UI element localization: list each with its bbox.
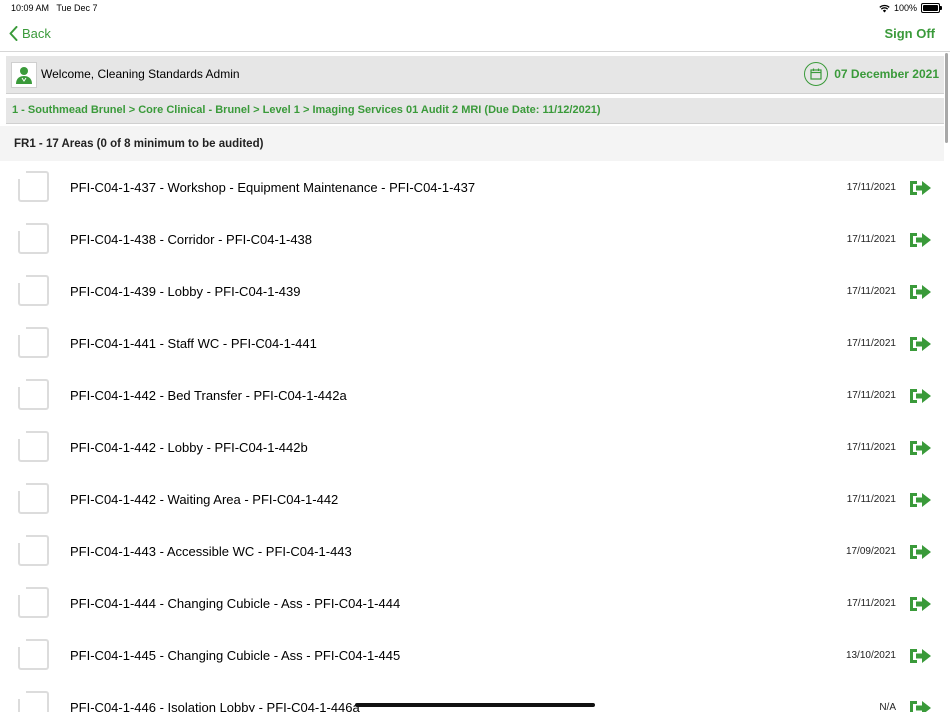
checkbox-icon[interactable] [16, 533, 49, 566]
area-title: PFI-C04-1-441 - Staff WC - PFI-C04-1-441 [70, 336, 317, 351]
area-list: PFI-C04-1-437 - Workshop - Equipment Mai… [0, 162, 944, 712]
section-title: FR1 - 17 Areas (0 of 8 minimum to be aud… [14, 138, 264, 150]
checkbox-icon[interactable] [16, 221, 49, 254]
area-title: PFI-C04-1-442 - Bed Transfer - PFI-C04-1… [70, 388, 347, 403]
area-title: PFI-C04-1-442 - Waiting Area - PFI-C04-1… [70, 492, 339, 507]
list-item[interactable]: PFI-C04-1-442 - Waiting Area - PFI-C04-1… [0, 474, 944, 526]
checkbox-icon[interactable] [16, 481, 49, 514]
list-item[interactable]: PFI-C04-1-439 - Lobby - PFI-C04-1-439 17… [0, 266, 944, 318]
area-title: PFI-C04-1-444 - Changing Cubicle - Ass -… [70, 596, 401, 611]
status-time: 10:09 AM Tue Dec 7 [11, 3, 98, 13]
checkbox-icon[interactable] [16, 689, 49, 712]
date-picker[interactable]: 07 December 2021 [804, 62, 939, 86]
area-date: 17/11/2021 [846, 442, 896, 453]
area-date: N/A [879, 702, 896, 712]
list-item[interactable]: PFI-C04-1-446 - Isolation Lobby - PFI-C0… [0, 682, 944, 712]
checkbox-icon[interactable] [16, 429, 49, 462]
welcome-text: Welcome, Cleaning Standards Admin [41, 67, 240, 81]
sign-out-arrow-icon[interactable] [908, 334, 932, 354]
home-indicator[interactable] [355, 703, 595, 707]
sign-out-arrow-icon[interactable] [908, 646, 932, 666]
checkbox-icon[interactable] [16, 325, 49, 358]
area-title: PFI-C04-1-438 - Corridor - PFI-C04-1-438 [70, 232, 313, 247]
list-item[interactable]: PFI-C04-1-437 - Workshop - Equipment Mai… [0, 162, 944, 214]
battery-percent: 100% [893, 3, 917, 13]
area-date: 17/11/2021 [846, 286, 896, 297]
area-title: PFI-C04-1-442 - Lobby - PFI-C04-1-442b [70, 440, 308, 455]
welcome-bar: Welcome, Cleaning Standards Admin 07 Dec… [6, 56, 944, 94]
list-item[interactable]: PFI-C04-1-442 - Lobby - PFI-C04-1-442b 1… [0, 422, 944, 474]
checkbox-icon[interactable] [16, 273, 49, 306]
sign-out-arrow-icon[interactable] [908, 282, 932, 302]
battery-icon [921, 3, 942, 13]
area-title: PFI-C04-1-439 - Lobby - PFI-C04-1-439 [70, 284, 301, 299]
sign-out-arrow-icon[interactable] [908, 490, 932, 510]
breadcrumb-text: 1 - Southmead Brunel > Core Clinical - B… [12, 104, 601, 116]
wifi-icon [879, 4, 890, 12]
area-title: PFI-C04-1-446 - Isolation Lobby - PFI-C0… [70, 700, 360, 712]
area-date: 17/11/2021 [846, 182, 896, 193]
list-item[interactable]: PFI-C04-1-441 - Staff WC - PFI-C04-1-441… [0, 318, 944, 370]
sign-off-button[interactable]: Sign Off [884, 26, 935, 41]
sign-out-arrow-icon[interactable] [908, 698, 932, 712]
sign-out-arrow-icon[interactable] [908, 594, 932, 614]
user-avatar-icon [11, 62, 37, 88]
list-item[interactable]: PFI-C04-1-438 - Corridor - PFI-C04-1-438… [0, 214, 944, 266]
area-title: PFI-C04-1-437 - Workshop - Equipment Mai… [70, 180, 476, 195]
sign-out-arrow-icon[interactable] [908, 386, 932, 406]
status-bar: 10:09 AM Tue Dec 7 100% [0, 0, 950, 18]
area-date: 17/09/2021 [845, 546, 896, 557]
checkbox-icon[interactable] [16, 377, 49, 410]
list-item[interactable]: PFI-C04-1-444 - Changing Cubicle - Ass -… [0, 578, 944, 630]
sign-out-arrow-icon[interactable] [908, 230, 932, 250]
area-date: 17/11/2021 [846, 390, 896, 401]
back-button[interactable]: Back [9, 26, 51, 41]
area-date: 17/11/2021 [846, 234, 896, 245]
status-right: 100% [879, 3, 942, 13]
chevron-left-icon [9, 26, 18, 41]
area-date: 17/11/2021 [846, 598, 896, 609]
back-label: Back [22, 26, 51, 41]
nav-bar: Back Sign Off [0, 18, 950, 52]
section-header: FR1 - 17 Areas (0 of 8 minimum to be aud… [0, 126, 944, 161]
scrollbar[interactable] [945, 53, 948, 143]
sign-out-arrow-icon[interactable] [908, 542, 932, 562]
checkbox-icon[interactable] [16, 169, 49, 202]
current-date: 07 December 2021 [834, 67, 939, 81]
calendar-icon [804, 62, 829, 86]
area-date: 17/11/2021 [846, 494, 896, 505]
list-item[interactable]: PFI-C04-1-445 - Changing Cubicle - Ass -… [0, 630, 944, 682]
checkbox-icon[interactable] [16, 637, 49, 670]
sign-out-arrow-icon[interactable] [908, 178, 932, 198]
area-title: PFI-C04-1-445 - Changing Cubicle - Ass -… [70, 648, 401, 663]
area-date: 17/11/2021 [846, 338, 896, 349]
list-item[interactable]: PFI-C04-1-442 - Bed Transfer - PFI-C04-1… [0, 370, 944, 422]
area-title: PFI-C04-1-443 - Accessible WC - PFI-C04-… [70, 544, 352, 559]
sign-out-arrow-icon[interactable] [908, 438, 932, 458]
breadcrumb: 1 - Southmead Brunel > Core Clinical - B… [6, 98, 944, 124]
checkbox-icon[interactable] [16, 585, 49, 618]
area-date: 13/10/2021 [845, 650, 896, 661]
list-item[interactable]: PFI-C04-1-443 - Accessible WC - PFI-C04-… [0, 526, 944, 578]
